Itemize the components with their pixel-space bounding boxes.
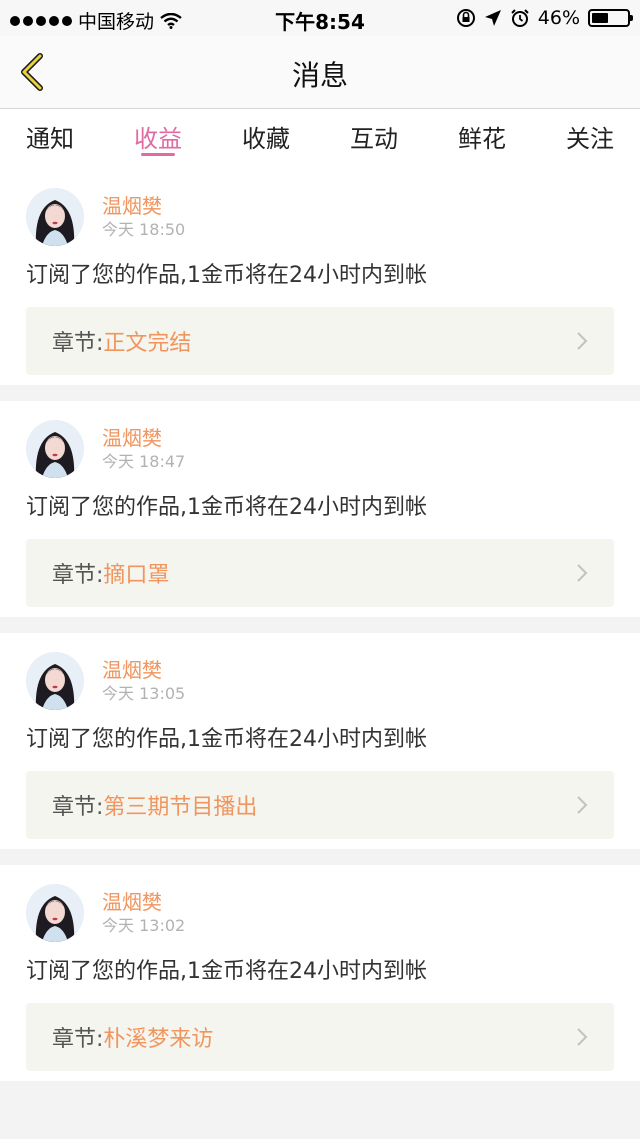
- message-time: 今天 18:50: [102, 220, 186, 239]
- user-name[interactable]: 温烟樊: [102, 426, 185, 450]
- chapter-row[interactable]: 章节: 正文完结: [26, 307, 614, 375]
- tab-interaction[interactable]: 互动: [350, 109, 398, 169]
- status-bar: 中国移动 下午8:54 46%: [0, 0, 640, 36]
- message-time: 今天 13:02: [102, 916, 186, 935]
- message-list: 温烟樊 今天 18:50 订阅了您的作品,1金币将在24小时内到帐 章节: 正文…: [0, 169, 640, 1081]
- chevron-right-icon: [577, 1028, 588, 1046]
- page-title: 消息: [291, 59, 348, 92]
- user-name[interactable]: 温烟樊: [102, 890, 185, 914]
- chevron-right-icon: [577, 332, 588, 350]
- tab-earnings[interactable]: 收益: [134, 109, 182, 169]
- message-card: 温烟樊 今天 13:02 订阅了您的作品,1金币将在24小时内到帐 章节: 朴溪…: [0, 865, 640, 1081]
- avatar[interactable]: [26, 652, 84, 710]
- battery-percent: 46%: [537, 7, 580, 29]
- tab-notice[interactable]: 通知: [26, 109, 74, 169]
- message-text: 订阅了您的作品,1金币将在24小时内到帐: [26, 495, 427, 520]
- tab-following[interactable]: 关注: [566, 109, 614, 169]
- nav-bar: 消息: [0, 36, 640, 109]
- chevron-right-icon: [577, 564, 588, 582]
- message-text: 订阅了您的作品,1金币将在24小时内到帐: [26, 959, 427, 984]
- battery-icon: [588, 9, 633, 27]
- avatar[interactable]: [26, 884, 84, 942]
- chapter-name: 摘口罩: [103, 563, 170, 588]
- battery-fill: [592, 13, 608, 23]
- user-name[interactable]: 温烟樊: [102, 658, 185, 682]
- chapter-label: 章节:: [52, 331, 104, 356]
- chapter-name: 正文完结: [103, 331, 192, 356]
- message-text: 订阅了您的作品,1金币将在24小时内到帐: [26, 727, 427, 752]
- chevron-right-icon: [577, 796, 588, 814]
- chapter-name: 朴溪梦来访: [103, 1027, 214, 1052]
- message-time: 今天 18:47: [102, 452, 186, 471]
- chapter-row[interactable]: 章节: 朴溪梦来访: [26, 1003, 614, 1071]
- chapter-row[interactable]: 章节: 摘口罩: [26, 539, 614, 607]
- chapter-name: 第三期节目播出: [103, 795, 258, 820]
- user-name[interactable]: 温烟樊: [102, 194, 185, 218]
- status-right: 46%: [456, 7, 633, 29]
- message-text: 订阅了您的作品,1金币将在24小时内到帐: [26, 263, 427, 288]
- alarm-icon: [511, 9, 529, 27]
- tab-flowers[interactable]: 鲜花: [458, 109, 506, 169]
- chapter-label: 章节:: [52, 795, 104, 820]
- message-card: 温烟樊 今天 18:50 订阅了您的作品,1金币将在24小时内到帐 章节: 正文…: [0, 169, 640, 385]
- avatar[interactable]: [26, 420, 84, 478]
- tab-favorites[interactable]: 收藏: [242, 109, 290, 169]
- avatar[interactable]: [26, 188, 84, 246]
- rotation-lock-icon: [456, 9, 475, 27]
- location-icon: [484, 10, 501, 26]
- message-card: 温烟樊 今天 18:47 订阅了您的作品,1金币将在24小时内到帐 章节: 摘口…: [0, 401, 640, 617]
- message-time: 今天 13:05: [102, 684, 186, 703]
- message-card: 温烟樊 今天 13:05 订阅了您的作品,1金币将在24小时内到帐 章节: 第三…: [0, 633, 640, 849]
- chapter-label: 章节:: [52, 563, 104, 588]
- chapter-label: 章节:: [52, 1027, 104, 1052]
- chapter-row[interactable]: 章节: 第三期节目播出: [26, 771, 614, 839]
- tab-bar: 通知 收益 收藏 互动 鲜花 关注: [0, 109, 640, 169]
